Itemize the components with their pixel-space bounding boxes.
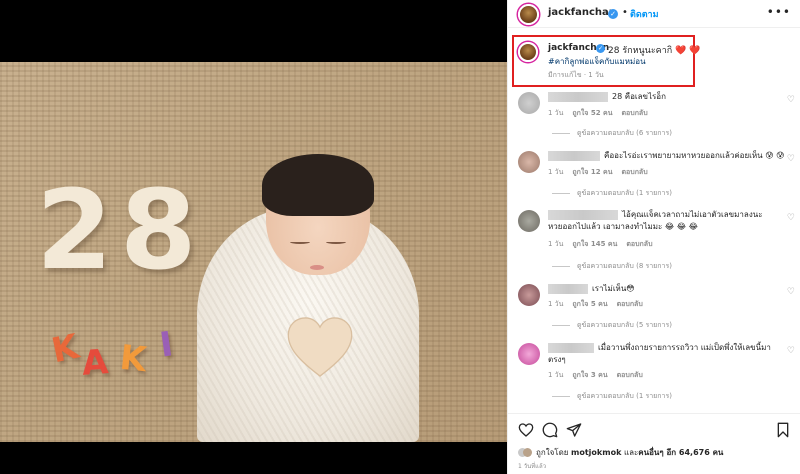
baby-eye-right (326, 240, 346, 244)
comment-like-icon[interactable]: ♡ (787, 213, 795, 223)
comment-likes[interactable]: ถูกใจ 145 คน (572, 240, 617, 248)
comment-likes[interactable]: ถูกใจ 3 คน (572, 371, 607, 379)
comment-time: 1 วัน (548, 109, 564, 117)
baby-eye-left (290, 240, 310, 244)
comment-username-blurred[interactable] (548, 151, 600, 161)
comment-avatar[interactable] (518, 92, 540, 114)
comment-text: เราไม่เห็น😳 (592, 284, 635, 293)
comment-bubble-icon[interactable] (542, 422, 558, 438)
reply-button[interactable]: ตอบกลับ (626, 240, 652, 248)
comment-avatar[interactable] (518, 343, 540, 365)
reply-button[interactable]: ตอบกลับ (617, 371, 643, 379)
post-action-bar (508, 413, 800, 441)
view-replies-button[interactable]: ดูข้อความตอบกลับ (1 รายการ) (552, 391, 672, 402)
liker-avatar (523, 448, 532, 457)
letter-a: A (80, 342, 110, 384)
heart-outline-icon[interactable] (518, 422, 534, 438)
liked-by-label: ถูกใจโดย (536, 448, 569, 457)
comment-time: 1 วัน (548, 240, 564, 248)
baby-mouth (310, 265, 324, 270)
post-photo[interactable]: 2 8 K A K I (0, 62, 507, 442)
letter-i: I (157, 324, 176, 366)
post-side-panel: jackfanchan ✓ • ติดตาม ••• jackfanchan ✓… (507, 0, 800, 474)
comment-meta: 1 วัน ถูกใจ 3 คน ตอบกลับ (548, 370, 652, 381)
caption-avatar[interactable] (518, 42, 538, 62)
more-options-icon[interactable]: ••• (767, 5, 791, 19)
comment-time: 1 วัน (548, 168, 564, 176)
letter-k: K (48, 326, 83, 372)
letter-k: K (117, 337, 149, 381)
wooden-number-2: 2 (36, 166, 113, 294)
comment-avatar[interactable] (518, 151, 540, 173)
view-replies-button[interactable]: ดูข้อความตอบกลับ (1 รายการ) (552, 188, 672, 199)
comment-text: เมื่อวานพึ่งถายรายการรถวิวา แม่เป็ดพึ่งใ… (548, 343, 771, 364)
wooden-number-8: 8 (120, 166, 197, 294)
comment-avatar[interactable] (518, 210, 540, 232)
comment-text: 28 คือเลขไรอ็ก (612, 92, 666, 101)
comment-like-icon[interactable]: ♡ (787, 346, 795, 356)
reply-button[interactable]: ตอบกลับ (622, 109, 648, 117)
comment-username-blurred[interactable] (548, 92, 608, 102)
baby-hair (262, 154, 374, 216)
comment-likes[interactable]: ถูกใจ 52 คน (572, 109, 612, 117)
and-label: และ (623, 448, 639, 457)
comment-meta: 1 วัน ถูกใจ 12 คน ตอบกลับ (548, 167, 657, 178)
view-replies-button[interactable]: ดูข้อความตอบกลับ (8 รายการ) (552, 261, 672, 272)
comment-username-blurred[interactable] (548, 284, 588, 294)
caption-meta: มีการแก้ไข · 1 วัน (548, 71, 604, 79)
comment-likes[interactable]: ถูกใจ 5 คน (572, 300, 607, 308)
comment-meta: 1 วัน ถูกใจ 52 คน ตอบกลับ (548, 108, 657, 119)
follow-button[interactable]: ติดตาม (630, 7, 659, 21)
comment-time: 1 วัน (548, 300, 564, 308)
verified-badge-icon: ✓ (608, 9, 618, 19)
paper-plane-icon[interactable] (566, 422, 582, 438)
comment-like-icon[interactable]: ♡ (787, 287, 795, 297)
author-username[interactable]: jackfanchan (548, 7, 616, 18)
view-replies-button[interactable]: ดูข้อความตอบกลับ (5 รายการ) (552, 320, 672, 331)
liked-by-user[interactable]: motjokmok (571, 448, 621, 457)
comment-text: ไอ้คุณแจ็คเวลาถามไม่เอาตัวเลขมาลงนะหวยออ… (548, 210, 763, 231)
caption-hashtag[interactable]: #คากิลูกพ่อแจ็คกับแมหม่อน (548, 55, 646, 68)
view-replies-button[interactable]: ดูข้อความตอบกลับ (6 รายการ) (552, 128, 672, 139)
separator-dot: • (622, 7, 628, 18)
caption-verified-badge-icon: ✓ (596, 44, 605, 53)
comment-text: คืออะไรอ่ะเราพยายามหาหวยออกแล้วค่อยเห็น … (604, 151, 785, 160)
caption-hearts: ❤️ ❤️ (675, 46, 701, 56)
bookmark-icon[interactable] (775, 422, 791, 438)
comment-likes[interactable]: ถูกใจ 12 คน (572, 168, 612, 176)
comment-like-icon[interactable]: ♡ (787, 154, 795, 164)
post-header: jackfanchan ✓ • ติดตาม ••• (508, 0, 800, 28)
comment-meta: 1 วัน ถูกใจ 145 คน ตอบกลับ (548, 239, 662, 250)
comment-avatar[interactable] (518, 284, 540, 306)
others-count[interactable]: คนอื่นๆ อีก 64,676 คน (638, 448, 723, 457)
author-avatar[interactable] (518, 4, 539, 25)
reply-button[interactable]: ตอบกลับ (622, 168, 648, 176)
post-media-pane: 2 8 K A K I (0, 0, 507, 474)
comment-meta: 1 วัน ถูกใจ 5 คน ตอบกลับ (548, 299, 652, 310)
comment-like-icon[interactable]: ♡ (787, 95, 795, 105)
post-timestamp: 1 วันที่แล้ว (518, 463, 547, 470)
comment-time: 1 วัน (548, 371, 564, 379)
likes-summary[interactable]: ถูกใจโดย motjokmok และคนอื่นๆ อีก 64,676… (518, 446, 723, 459)
wooden-heart (287, 317, 353, 377)
reply-button[interactable]: ตอบกลับ (617, 300, 643, 308)
